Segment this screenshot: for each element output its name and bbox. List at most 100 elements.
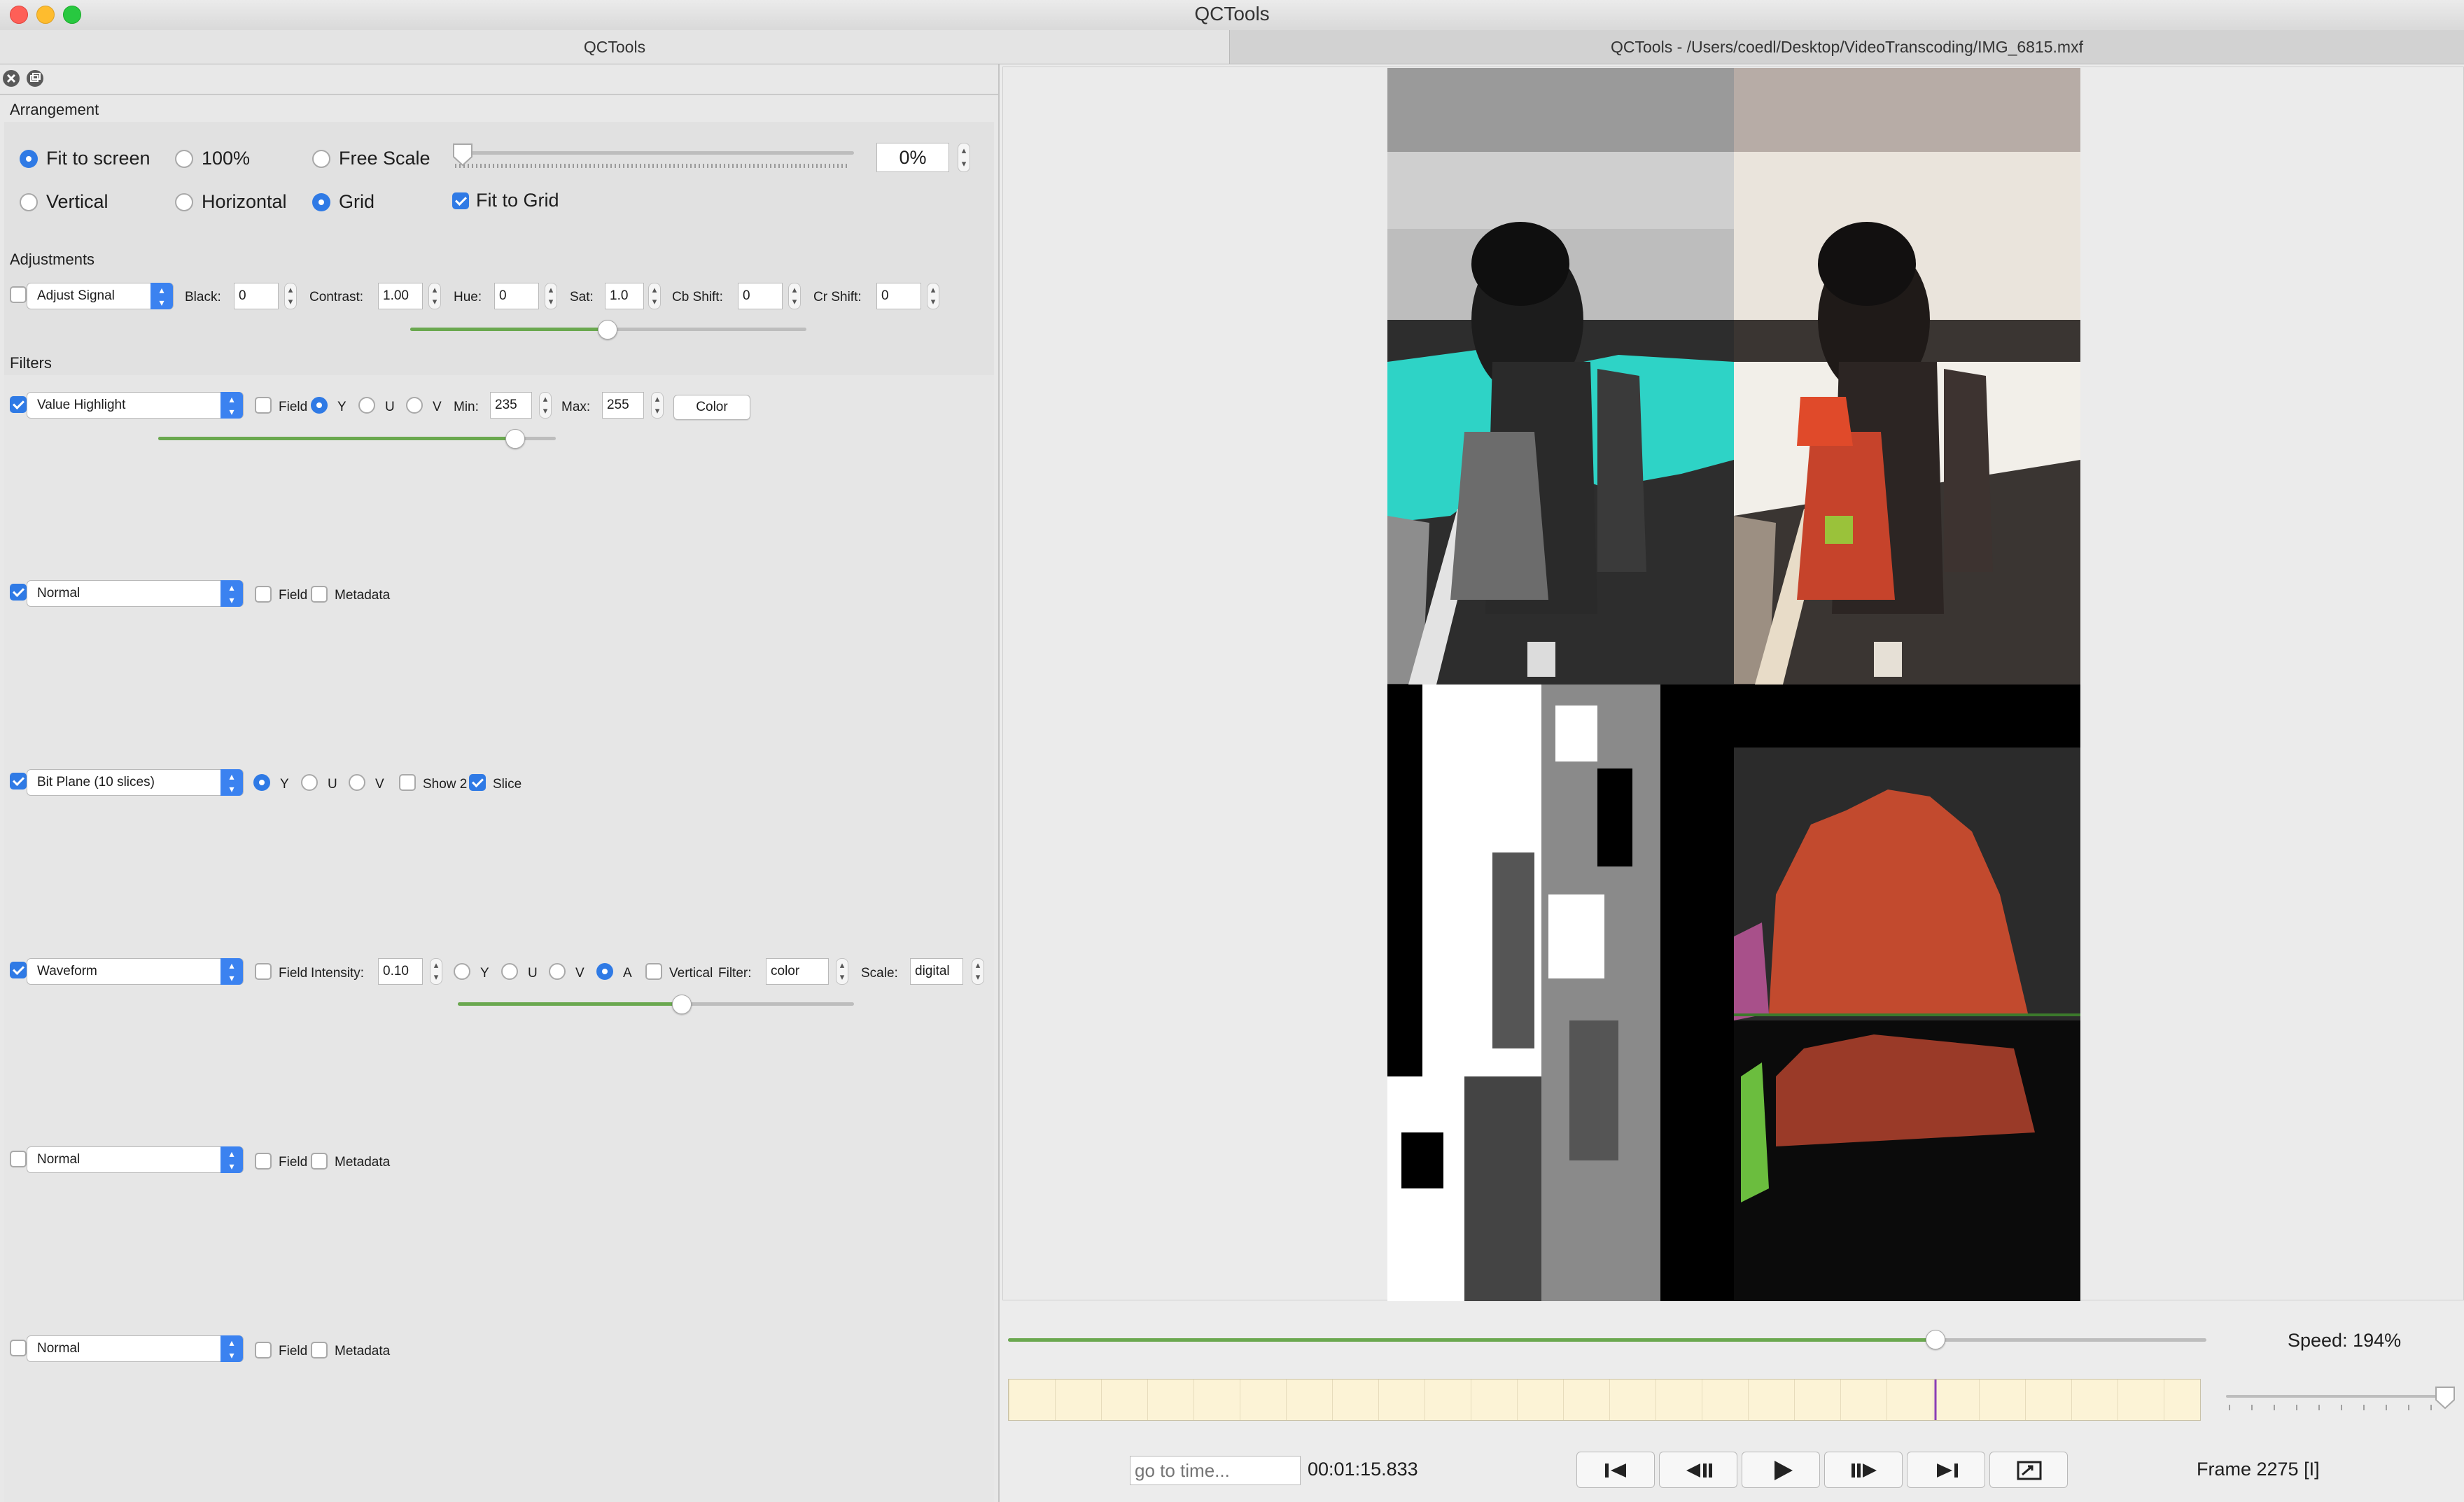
adjust-signal-dropdown[interactable]: Adjust Signal ▴ ▾ xyxy=(27,283,174,309)
filter6-field-checkbox[interactable] xyxy=(255,1342,272,1359)
filter2-field-label: Field xyxy=(279,588,308,603)
filter4-vertical-checkbox[interactable] xyxy=(645,963,662,980)
filter5-dropdown[interactable]: Normal ▴ ▾ xyxy=(27,1146,244,1173)
filter1-color-button[interactable]: Color xyxy=(673,395,750,420)
filter1-enable-checkbox[interactable] xyxy=(10,396,27,413)
filter3-enable-checkbox[interactable] xyxy=(10,773,27,789)
filter1-slider[interactable] xyxy=(158,437,556,440)
fit-to-grid-checkbox[interactable] xyxy=(452,192,469,209)
filter1-max-label: Max: xyxy=(561,400,591,414)
hue-stepper[interactable]: ▴ ▾ xyxy=(545,283,557,309)
adjustments-heading: Adjustments xyxy=(10,251,95,268)
scale-percent-field[interactable]: 0% xyxy=(876,143,949,172)
filter6-enable-checkbox[interactable] xyxy=(10,1340,27,1356)
filter2-dropdown[interactable]: Normal ▴ ▾ xyxy=(27,580,244,607)
filter3-slice-checkbox[interactable] xyxy=(469,774,486,791)
video-frame-grid[interactable] xyxy=(1387,68,2080,1301)
hue-field[interactable]: 0 xyxy=(494,283,539,309)
contrast-field[interactable]: 1.00 xyxy=(378,283,423,309)
free-scale-radio[interactable] xyxy=(312,150,330,168)
filter4-dropdown[interactable]: Waveform ▴ ▾ xyxy=(27,958,244,985)
filter2-metadata-checkbox[interactable] xyxy=(311,586,328,603)
scale-100-radio[interactable] xyxy=(175,150,193,168)
fullscreen-button[interactable] xyxy=(1989,1452,2068,1488)
filter2-field-checkbox[interactable] xyxy=(255,586,272,603)
filter3-u-radio[interactable] xyxy=(301,774,318,791)
vertical-radio[interactable] xyxy=(20,193,38,211)
filter1-max-stepper[interactable]: ▴ ▾ xyxy=(651,392,664,419)
filter4-field-label: Field xyxy=(279,966,308,981)
filter4-scale-stepper[interactable]: ▴ ▾ xyxy=(972,958,984,985)
filter1-min-field[interactable]: 235 xyxy=(490,392,532,419)
sat-field[interactable]: 1.0 xyxy=(605,283,644,309)
free-scale-slider[interactable] xyxy=(455,151,854,155)
cr-shift-stepper[interactable]: ▴ ▾ xyxy=(927,283,939,309)
filter3-slice-label: Slice xyxy=(493,777,522,792)
timeline-zoom-handle[interactable] xyxy=(2435,1386,2456,1411)
adjust-slider-knob[interactable] xyxy=(598,320,617,339)
filter4-intensity-stepper[interactable]: ▴ ▾ xyxy=(430,958,442,985)
filter6-dropdown[interactable]: Normal ▴ ▾ xyxy=(27,1335,244,1362)
timeline-zoom-slider[interactable] xyxy=(2226,1395,2450,1398)
filter4-u-radio[interactable] xyxy=(501,963,518,980)
filter4-v-radio[interactable] xyxy=(549,963,566,980)
filter1-min-stepper[interactable]: ▴ ▾ xyxy=(539,392,552,419)
filter4-y-radio[interactable] xyxy=(454,963,470,980)
filter6-metadata-checkbox[interactable] xyxy=(311,1342,328,1359)
filter3-y-radio[interactable] xyxy=(253,774,270,791)
horizontal-label: Horizontal xyxy=(202,191,287,212)
close-panel-icon[interactable] xyxy=(1,69,21,88)
grid-radio[interactable] xyxy=(312,193,330,211)
go-to-time-input[interactable] xyxy=(1130,1456,1301,1485)
seek-slider[interactable] xyxy=(1008,1338,2206,1342)
contrast-stepper[interactable]: ▴ ▾ xyxy=(428,283,441,309)
filter3-dropdown[interactable]: Bit Plane (10 slices) ▴ ▾ xyxy=(27,769,244,796)
black-stepper[interactable]: ▴ ▾ xyxy=(284,283,297,309)
seek-slider-knob[interactable] xyxy=(1926,1330,1945,1349)
adjust-signal-checkbox[interactable] xyxy=(10,286,27,303)
filter1-v-radio[interactable] xyxy=(406,397,423,414)
filter4-intensity-field[interactable]: 0.10 xyxy=(378,958,423,985)
float-panel-icon[interactable] xyxy=(25,69,45,88)
cr-shift-field[interactable]: 0 xyxy=(876,283,921,309)
filter3-v-radio[interactable] xyxy=(349,774,365,791)
filter4-a-radio[interactable] xyxy=(596,963,613,980)
filter4-slider-knob[interactable] xyxy=(672,995,692,1014)
filter1-slider-knob[interactable] xyxy=(505,429,525,449)
horizontal-radio[interactable] xyxy=(175,193,193,211)
dropdown-arrows-icon: ▴ ▾ xyxy=(220,958,243,985)
cb-shift-field[interactable]: 0 xyxy=(738,283,783,309)
filter4-filter-label: Filter: xyxy=(718,966,752,981)
next-frame-button[interactable] xyxy=(1824,1452,1903,1488)
filter4-scale-field[interactable]: digital xyxy=(910,958,963,985)
go-to-end-button[interactable] xyxy=(1907,1452,1985,1488)
tab-qctools[interactable]: QCTools xyxy=(0,30,1230,64)
filter1-u-radio[interactable] xyxy=(358,397,375,414)
filter2-enable-checkbox[interactable] xyxy=(10,584,27,601)
filter1-dropdown[interactable]: Value Highlight ▴ ▾ xyxy=(27,392,244,419)
tab-player[interactable]: QCTools - /Users/coedl/Desktop/VideoTran… xyxy=(1230,30,2464,64)
filter4-filter-field[interactable]: color xyxy=(766,958,829,985)
free-scale-handle[interactable] xyxy=(452,143,473,168)
filter3-show2-checkbox[interactable] xyxy=(399,774,416,791)
black-field[interactable]: 0 xyxy=(234,283,279,309)
filter4-slider[interactable] xyxy=(458,1002,854,1006)
filter5-metadata-checkbox[interactable] xyxy=(311,1153,328,1170)
play-button[interactable] xyxy=(1742,1452,1820,1488)
previous-frame-button[interactable] xyxy=(1659,1452,1737,1488)
timeline-strip[interactable] xyxy=(1008,1379,2201,1421)
filter1-y-radio[interactable] xyxy=(311,397,328,414)
scale-percent-stepper[interactable]: ▴ ▾ xyxy=(958,143,970,172)
filter4-filter-stepper[interactable]: ▴ ▾ xyxy=(836,958,848,985)
filter5-enable-checkbox[interactable] xyxy=(10,1151,27,1167)
go-to-start-button[interactable] xyxy=(1576,1452,1655,1488)
filter5-field-checkbox[interactable] xyxy=(255,1153,272,1170)
fit-to-screen-radio[interactable] xyxy=(20,150,38,168)
filter4-enable-checkbox[interactable] xyxy=(10,962,27,978)
cb-shift-stepper[interactable]: ▴ ▾ xyxy=(788,283,801,309)
filter1-max-field[interactable]: 255 xyxy=(602,392,644,419)
filter4-field-checkbox[interactable] xyxy=(255,963,272,980)
sat-stepper[interactable]: ▴ ▾ xyxy=(648,283,661,309)
black-label: Black: xyxy=(185,290,221,304)
filter1-field-checkbox[interactable] xyxy=(255,397,272,414)
